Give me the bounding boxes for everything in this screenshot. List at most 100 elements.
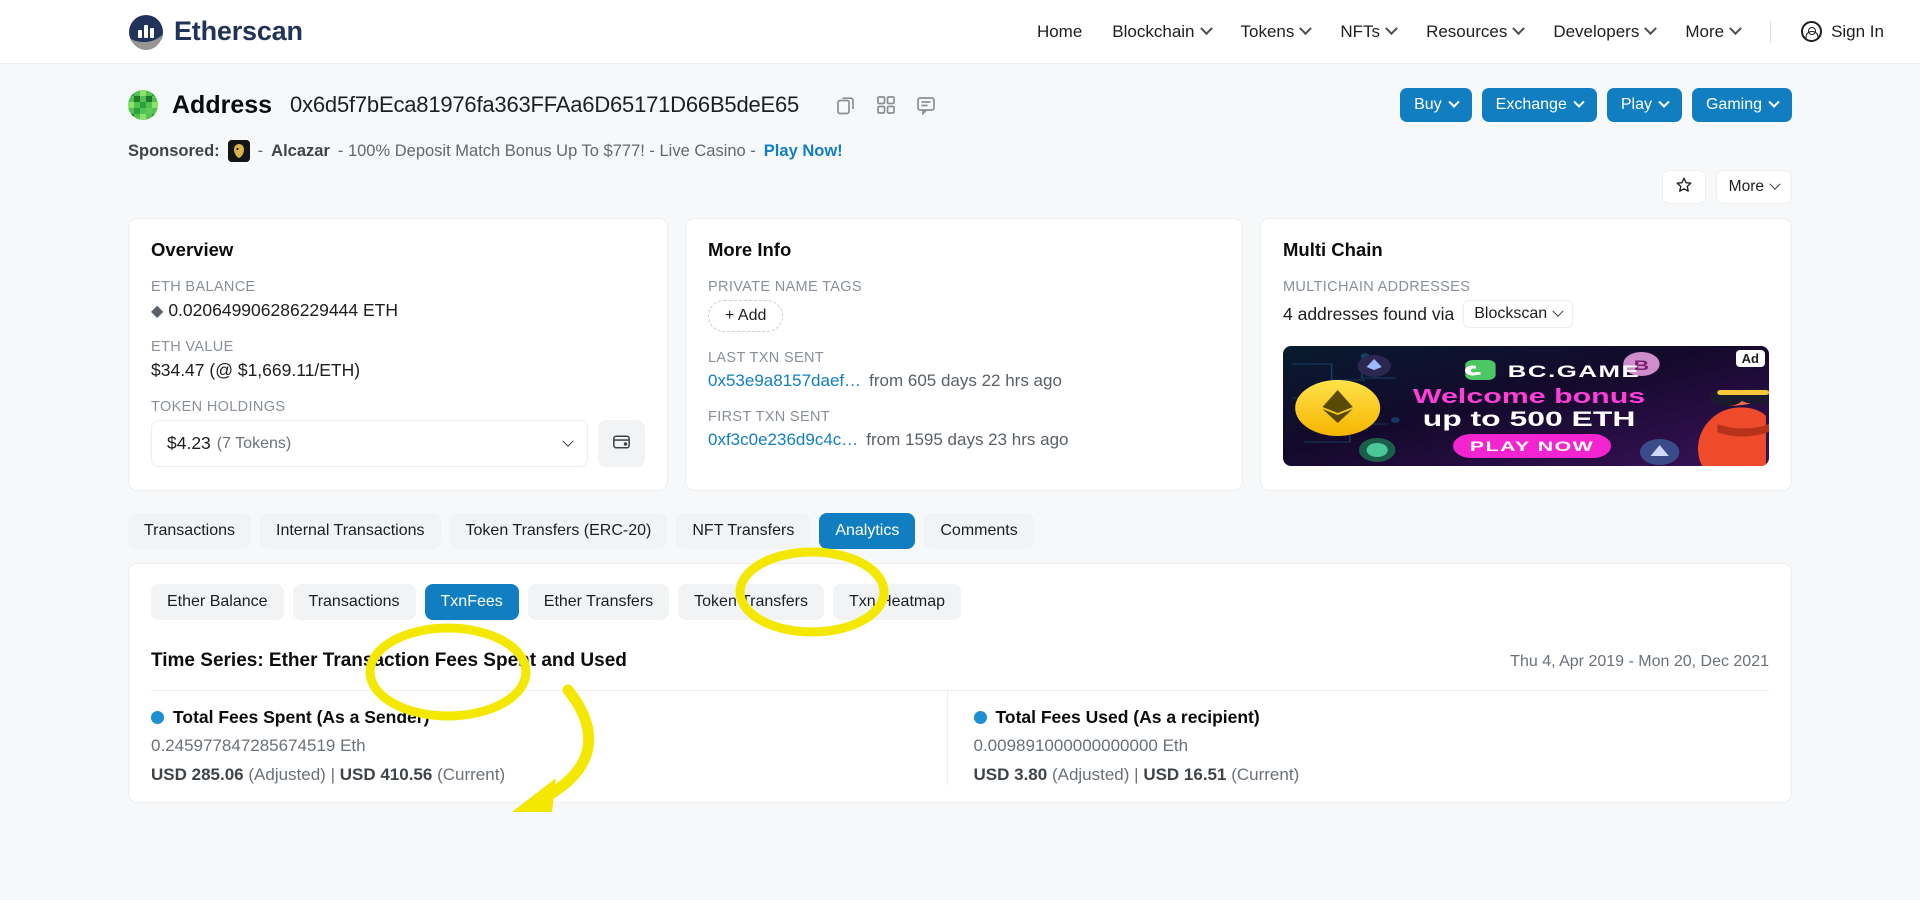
tab-transactions[interactable]: Transactions (128, 513, 251, 549)
page-more-button[interactable]: More (1716, 170, 1792, 204)
nav-item-blockchain[interactable]: Blockchain (1112, 22, 1210, 42)
sponsored-dash: - (258, 142, 264, 161)
stat-usd-row: USD 3.80 (Adjusted) | USD 16.51 (Current… (974, 765, 1770, 785)
subtab-token-transfers[interactable]: Token Transfers (678, 584, 824, 620)
stat-title: Total Fees Used (As a recipient) (996, 707, 1260, 728)
sponsored-advertiser-name[interactable]: Alcazar (271, 142, 330, 161)
subtab-txn-heatmap[interactable]: Txn Heatmap (833, 584, 961, 620)
nav-item-nfts[interactable]: NFTs (1340, 22, 1396, 42)
stat-usd-separator: | (1134, 765, 1138, 784)
copy-icon[interactable] (835, 94, 857, 116)
sponsored-cta-link[interactable]: Play Now! (764, 142, 843, 161)
tab-label: Ether Balance (167, 593, 268, 610)
chevron-down-icon (1658, 97, 1669, 108)
user-circle-icon (1801, 21, 1822, 42)
stat-eth-value: 0.009891000000000000 Eth (974, 736, 1770, 756)
nav-item-tokens[interactable]: Tokens (1241, 22, 1311, 42)
chevron-down-icon (1769, 179, 1780, 190)
nav-label: Tokens (1241, 22, 1295, 42)
stat-usd-adjusted: USD 285.06 (151, 765, 244, 784)
etherscan-address-page: Etherscan Home Blockchain Tokens NFTs Re… (0, 0, 1920, 900)
time-series-title: Time Series: Ether Transaction Fees Spen… (151, 650, 627, 672)
top-navigation-bar: Etherscan Home Blockchain Tokens NFTs Re… (0, 0, 1920, 64)
subtab-ether-transfers[interactable]: Ether Transfers (528, 584, 669, 620)
chevron-down-icon (1729, 22, 1742, 35)
more-info-card: More Info PRIVATE NAME TAGS + Add LAST T… (685, 218, 1243, 491)
first-txn-sent-label: FIRST TXN SENT (708, 409, 1220, 425)
etherscan-logo-icon (128, 14, 164, 50)
series-color-dot-icon (974, 711, 987, 724)
subtab-txnfees[interactable]: TxnFees (425, 584, 519, 620)
token-holdings-dropdown[interactable]: $4.23 (7 Tokens) (151, 420, 588, 467)
play-button[interactable]: Play (1607, 88, 1682, 122)
buy-button[interactable]: Buy (1400, 88, 1472, 122)
tab-label: TxnFees (441, 593, 503, 610)
overview-card-title: Overview (151, 239, 645, 261)
multichain-addresses-label: MULTICHAIN ADDRESSES (1283, 279, 1769, 295)
tab-label: Ether Transfers (544, 593, 653, 610)
subtab-ether-balance[interactable]: Ether Balance (151, 584, 284, 620)
token-holdings-count: (7 Tokens) (217, 435, 291, 453)
eth-value-label: ETH VALUE (151, 339, 645, 355)
gaming-button[interactable]: Gaming (1692, 88, 1792, 122)
chat-icon[interactable] (915, 94, 937, 116)
analytics-panel: Ether Balance Transactions TxnFees Ether… (128, 563, 1792, 803)
ethereum-diamond-icon: ◆ (151, 301, 163, 321)
stat-usd-row: USD 285.06 (Adjusted) | USD 410.56 (Curr… (151, 765, 947, 785)
exchange-button[interactable]: Exchange (1482, 88, 1597, 122)
tab-nft-transfers[interactable]: NFT Transfers (676, 513, 810, 549)
stat-total-fees-used: Total Fees Used (As a recipient) 0.00989… (948, 691, 1770, 785)
etherscan-logo-link[interactable]: Etherscan (128, 14, 303, 50)
more-info-card-title: More Info (708, 239, 1220, 261)
page-title: Address (172, 91, 272, 120)
tab-token-transfers-erc20[interactable]: Token Transfers (ERC-20) (450, 513, 668, 549)
tab-label: Transactions (309, 593, 400, 610)
nav-item-resources[interactable]: Resources (1426, 22, 1523, 42)
eth-value-value: $34.47 (@ $1,669.11/ETH) (151, 360, 645, 381)
address-header: Address 0x6d5f7bEca81976fa363FFAa6D65171… (0, 64, 1920, 122)
nav-item-home[interactable]: Home (1037, 22, 1082, 42)
series-color-dot-icon (151, 711, 164, 724)
tab-label: Transactions (144, 522, 235, 539)
stat-usd-separator: | (331, 765, 335, 784)
add-private-name-tag-button[interactable]: + Add (708, 300, 783, 332)
blockscan-provider-dropdown[interactable]: Blockscan (1463, 300, 1573, 328)
nav-label: Resources (1426, 22, 1507, 42)
star-icon (1675, 176, 1693, 199)
eth-balance-value: 0.020649906286229444 ETH (168, 300, 398, 321)
tab-internal-transactions[interactable]: Internal Transactions (260, 513, 441, 549)
stat-eth-value: 0.245977847285674519 Eth (151, 736, 947, 756)
stat-title-row: Total Fees Used (As a recipient) (974, 707, 1770, 728)
nav-label: More (1685, 22, 1724, 42)
tab-label: NFT Transfers (692, 522, 794, 539)
favorite-star-button[interactable] (1662, 170, 1706, 204)
nav-label: Blockchain (1112, 22, 1194, 42)
eth-balance-value-row: ◆ 0.020649906286229444 ETH (151, 300, 645, 321)
advertisement-banner[interactable]: Ad (1283, 346, 1769, 466)
svg-text:PLAY NOW: PLAY NOW (1470, 439, 1594, 455)
eth-balance-label: ETH BALANCE (151, 279, 645, 295)
first-txn-sent-row: 0xf3c0e236d9c4c… from 1595 days 23 hrs a… (708, 430, 1220, 450)
last-txn-hash-link[interactable]: 0x53e9a8157daef… (708, 371, 861, 391)
first-txn-hash-link[interactable]: 0xf3c0e236d9c4c… (708, 430, 858, 450)
ad-artwork: B BC.GAME Welcome bonus up to 500 ETH PL… (1283, 346, 1769, 466)
more-label: More (1729, 178, 1764, 196)
chevron-down-icon (1385, 22, 1398, 35)
svg-text:up to 500 ETH: up to 500 ETH (1423, 407, 1636, 430)
sign-in-button[interactable]: Sign In (1801, 21, 1884, 42)
nav-item-more[interactable]: More (1685, 22, 1740, 42)
tab-comments[interactable]: Comments (924, 513, 1033, 549)
advertiser-logo-icon (228, 140, 250, 162)
stat-usd-current: USD 410.56 (340, 765, 433, 784)
chevron-down-icon (1448, 97, 1459, 108)
stat-usd-adjusted-suffix: (Adjusted) (1052, 765, 1129, 784)
nav-item-developers[interactable]: Developers (1553, 22, 1655, 42)
tab-analytics[interactable]: Analytics (819, 513, 915, 549)
time-series-date-range: Thu 4, Apr 2019 - Mon 20, Dec 2021 (1510, 653, 1769, 671)
button-label: Gaming (1706, 96, 1762, 114)
wallet-button[interactable] (598, 420, 645, 467)
qr-code-icon[interactable] (875, 94, 897, 116)
ad-badge: Ad (1736, 350, 1765, 367)
subtab-transactions[interactable]: Transactions (293, 584, 416, 620)
stat-usd-current: USD 16.51 (1143, 765, 1226, 784)
